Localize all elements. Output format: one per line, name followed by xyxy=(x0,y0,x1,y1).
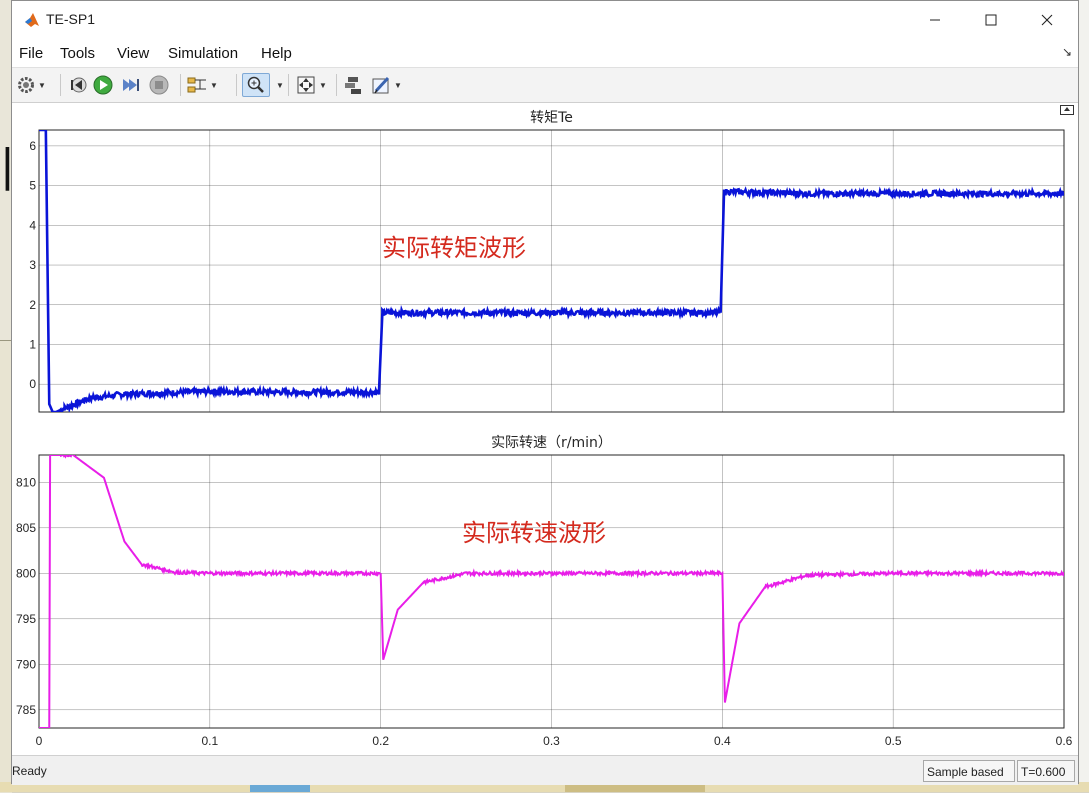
x-tick-label: 0.1 xyxy=(201,734,218,748)
bottom-plot-title: 实际转速（r/min） xyxy=(491,435,612,451)
x-tick-label: 0.6 xyxy=(1056,734,1073,748)
title-bar[interactable]: TE-SP1 xyxy=(12,1,1078,39)
window-title: TE-SP1 xyxy=(46,11,96,27)
undock-arrow-icon[interactable]: ↘ xyxy=(1062,45,1072,59)
top-y-tick-label: 3 xyxy=(29,258,36,272)
fit-to-view-icon xyxy=(297,76,315,94)
bottom-y-tick-label: 810 xyxy=(16,475,36,489)
bottom-y-tick-label: 790 xyxy=(16,657,36,671)
menu-view[interactable]: View xyxy=(117,45,149,62)
bottom-y-tick-label: 805 xyxy=(16,521,36,535)
top-y-tick-label: 5 xyxy=(29,179,36,193)
edit-properties-button[interactable]: ▼ xyxy=(370,73,402,97)
run-icon xyxy=(93,75,113,95)
top-y-tick-label: 6 xyxy=(29,139,36,153)
maximize-icon xyxy=(985,14,997,26)
x-tick-label: 0.4 xyxy=(714,734,731,748)
style-button[interactable] xyxy=(342,73,364,97)
background-window-right xyxy=(1079,0,1089,792)
zoom-dropdown-arrow[interactable]: ▼ xyxy=(274,73,284,97)
plot-area: 6 5 4 3 2 1 0 转矩Te 实际转矩波形 810 805 800 795 790 785 实际转速（… xyxy=(12,103,1078,755)
minimize-icon xyxy=(930,19,940,21)
bottom-y-tick-label: 795 xyxy=(16,612,36,626)
toolbar-separator xyxy=(236,74,237,96)
settings-button[interactable]: ▼ xyxy=(16,73,46,97)
run-button[interactable] xyxy=(92,73,114,97)
top-y-tick-label: 2 xyxy=(29,298,36,312)
x-tick-label: 0.3 xyxy=(543,734,560,748)
menu-file[interactable]: File xyxy=(19,45,43,62)
x-tick-label: 0.2 xyxy=(372,734,389,748)
step-forward-icon xyxy=(123,79,139,91)
top-waveform-annotation: 实际转矩波形 xyxy=(382,234,526,262)
bottom-y-tick-label: 800 xyxy=(16,566,36,580)
style-icon xyxy=(345,77,361,94)
menu-help[interactable]: Help xyxy=(261,45,292,62)
top-y-tick-label: 1 xyxy=(29,337,36,351)
toolbar: ▼ ▼ ▼ ▼ ▼ xyxy=(12,67,1078,103)
toolbar-separator xyxy=(60,74,61,96)
signal-selector-icon xyxy=(187,77,206,93)
stop-button[interactable] xyxy=(148,73,170,97)
menu-bar: File Tools View Simulation Help ↘ xyxy=(12,39,1078,67)
menu-tools[interactable]: Tools xyxy=(60,45,95,62)
zoom-icon xyxy=(247,76,264,93)
minimize-button[interactable] xyxy=(912,5,958,35)
x-tick-label: 0.5 xyxy=(885,734,902,748)
step-back-icon xyxy=(71,77,87,93)
top-y-tick-label: 0 xyxy=(29,377,36,391)
menu-simulation[interactable]: Simulation xyxy=(168,45,238,62)
step-forward-button[interactable] xyxy=(120,73,142,97)
zoom-button[interactable] xyxy=(242,73,270,97)
scope-window: TE-SP1 File Tools View Simulation Help ↘… xyxy=(11,0,1079,785)
stop-icon xyxy=(149,75,169,95)
edit-icon xyxy=(372,76,390,94)
close-button[interactable] xyxy=(1024,5,1070,35)
status-time: T=0.600 xyxy=(1017,760,1075,782)
bottom-waveform-annotation: 实际转速波形 xyxy=(462,519,606,547)
scope-plots[interactable]: 6 5 4 3 2 1 0 转矩Te 实际转矩波形 810 805 800 795 790 785 实际转速（… xyxy=(12,103,1078,755)
step-back-button[interactable] xyxy=(66,73,88,97)
maximize-button[interactable] xyxy=(968,5,1014,35)
status-sample-mode: Sample based xyxy=(923,760,1015,782)
toolbar-separator xyxy=(288,74,289,96)
status-bar: Ready Sample based T=0.600 xyxy=(12,755,1078,785)
toolbar-separator xyxy=(180,74,181,96)
settings-icon xyxy=(18,77,34,93)
matlab-logo-icon xyxy=(25,13,39,27)
fit-to-view-button[interactable]: ▼ xyxy=(295,73,327,97)
status-ready: Ready xyxy=(12,764,47,778)
top-y-tick-label: 4 xyxy=(29,218,36,232)
toolbar-separator xyxy=(336,74,337,96)
bottom-y-tick-label: 785 xyxy=(16,703,36,717)
close-icon xyxy=(1041,14,1053,26)
signal-selector-button[interactable]: ▼ xyxy=(186,73,218,97)
x-tick-label: 0 xyxy=(36,734,43,748)
top-plot-title: 转矩Te xyxy=(530,110,573,126)
